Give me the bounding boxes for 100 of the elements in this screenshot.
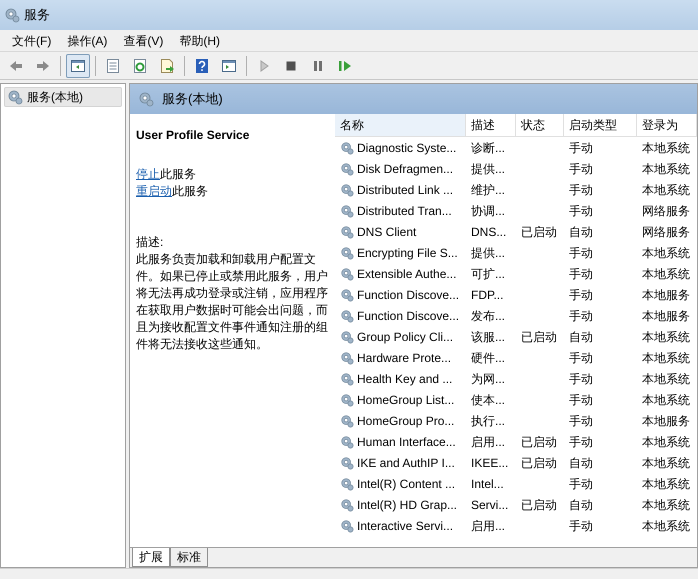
table-cell-text: 本地服务 [642,286,690,304]
table-cell-text: 本地系统 [642,370,690,388]
table-cell-text: 已启动 [521,454,557,472]
table-cell-text: 手动 [569,266,593,282]
action-pane-icon [221,58,237,74]
table-cell-text: Human Interface... [357,434,456,450]
gear-icon [340,414,354,428]
table-cell-text: IKEE... [471,454,508,472]
action-link[interactable]: 重启动 [136,184,172,198]
table-cell-text: Diagnostic Syste... [357,140,456,156]
properties-icon [105,58,121,74]
menu-item[interactable]: 操作(A) [67,32,108,50]
table-cell-text: 硬件... [471,350,506,366]
table-cell-text: Distributed Link ... [357,182,454,198]
table-cell-text: Intel... [471,476,504,492]
table-cell-text: 发布... [471,308,506,324]
gear-icon [340,140,354,154]
table-cell-text: 本地系统 [642,496,690,514]
gear-icon [7,89,23,105]
table-cell-text: 手动 [569,182,593,198]
table-cell-text: 本地系统 [642,518,690,534]
table-cell-text: 协调... [471,202,506,220]
table-cell-text: FDP... [471,286,504,304]
table-cell-text: 诊断... [471,140,506,156]
table-cell-text: DNS Client [357,224,416,240]
table-cell-text: Intel(R) Content ... [357,476,456,492]
tree-pane-button[interactable] [66,54,90,78]
table-cell-text: 使本... [471,392,506,408]
gear-icon [340,456,354,470]
table-cell-text: Intel(R) HD Grap... [357,496,458,514]
table-cell-text: Health Key and ... [357,370,452,388]
gear-icon [4,7,20,23]
table-cell-text: Interactive Servi... [357,518,454,534]
help-icon [194,58,210,74]
table-cell-text: 手动 [569,244,593,262]
table-cell-text: 已启动 [521,224,557,240]
tree-pane-icon [70,58,86,74]
refresh-icon [132,58,148,74]
table-cell-text: 提供... [471,160,506,178]
gear-icon [340,518,354,532]
table-cell-text: 本地系统 [642,392,690,408]
table-cell-text: 手动 [569,434,593,450]
table-cell-text: 已启动 [521,328,557,346]
table-cell-text: 手动 [569,412,593,430]
column-header[interactable]: 启动类型 [564,114,637,136]
table-cell-text: 启用... [471,434,506,450]
table-cell-text: Group Policy Cli... [357,328,454,346]
column-header[interactable]: 状态 [516,114,564,136]
column-header[interactable]: 登录为 [637,114,697,136]
table-cell-text: 手动 [569,476,593,492]
gear-icon [340,498,354,512]
gear-icon [340,434,354,448]
view-tab[interactable]: 扩展 [132,548,170,567]
column-header[interactable]: 名称 [335,114,466,136]
gear-icon [340,266,354,280]
table-cell-text: 启用... [471,518,506,534]
table-cell-text: 手动 [569,286,593,304]
menu-item[interactable]: 文件(F) [12,32,52,50]
window-title: 服务 [24,6,50,24]
gear-icon [340,476,354,490]
table-cell-text: 本地服务 [642,412,690,430]
table-cell-text: 本地系统 [642,434,690,450]
table-cell-text: 本地系统 [642,266,690,282]
table-cell-text: 本地系统 [642,140,690,156]
table-cell-text: 本地系统 [642,244,690,262]
gear-icon [138,91,154,107]
gear-icon [340,372,354,386]
menu-item[interactable]: 帮助(H) [179,32,220,50]
gear-icon [340,350,354,364]
table-cell-text: 自动 [569,328,593,346]
action-link[interactable]: 停止 [136,167,160,181]
table-cell-text: 本地系统 [642,160,690,178]
service-action: 停止此服务 [136,166,197,183]
table-cell-text: 提供... [471,244,506,262]
table-cell-text: HomeGroup List... [357,392,454,408]
gear-icon [340,204,354,218]
table-cell-text: 执行... [471,412,506,430]
gear-icon [340,246,354,260]
tree-item[interactable]: 服务(本地) [4,87,122,107]
service-action: 重启动此服务 [136,183,209,200]
table-cell-text: 手动 [569,392,593,408]
gear-icon [340,224,354,238]
table-cell-text: 手动 [569,370,593,388]
table-cell-text: 本地系统 [642,454,690,472]
table-cell-text: 手动 [569,308,593,324]
service-name: User Profile Service [136,127,250,144]
table-cell-text: 本地系统 [642,350,690,366]
table-cell-text: 本地系统 [642,182,690,198]
table-cell-text: 网络服务 [642,224,690,240]
table-cell-text: Distributed Tran... [357,202,452,220]
table-cell-text: 自动 [569,224,593,240]
table-cell-text: 自动 [569,496,593,514]
menu-item[interactable]: 查看(V) [123,32,164,50]
gear-icon [340,330,354,344]
table-cell-text: Function Discove... [357,286,460,304]
table-cell-text: 手动 [569,140,593,156]
table-cell-text: Function Discove... [357,308,460,324]
column-header[interactable]: 描述 [466,114,516,136]
view-tab[interactable]: 标准 [170,548,208,567]
table-cell-text: 该服... [471,328,506,346]
